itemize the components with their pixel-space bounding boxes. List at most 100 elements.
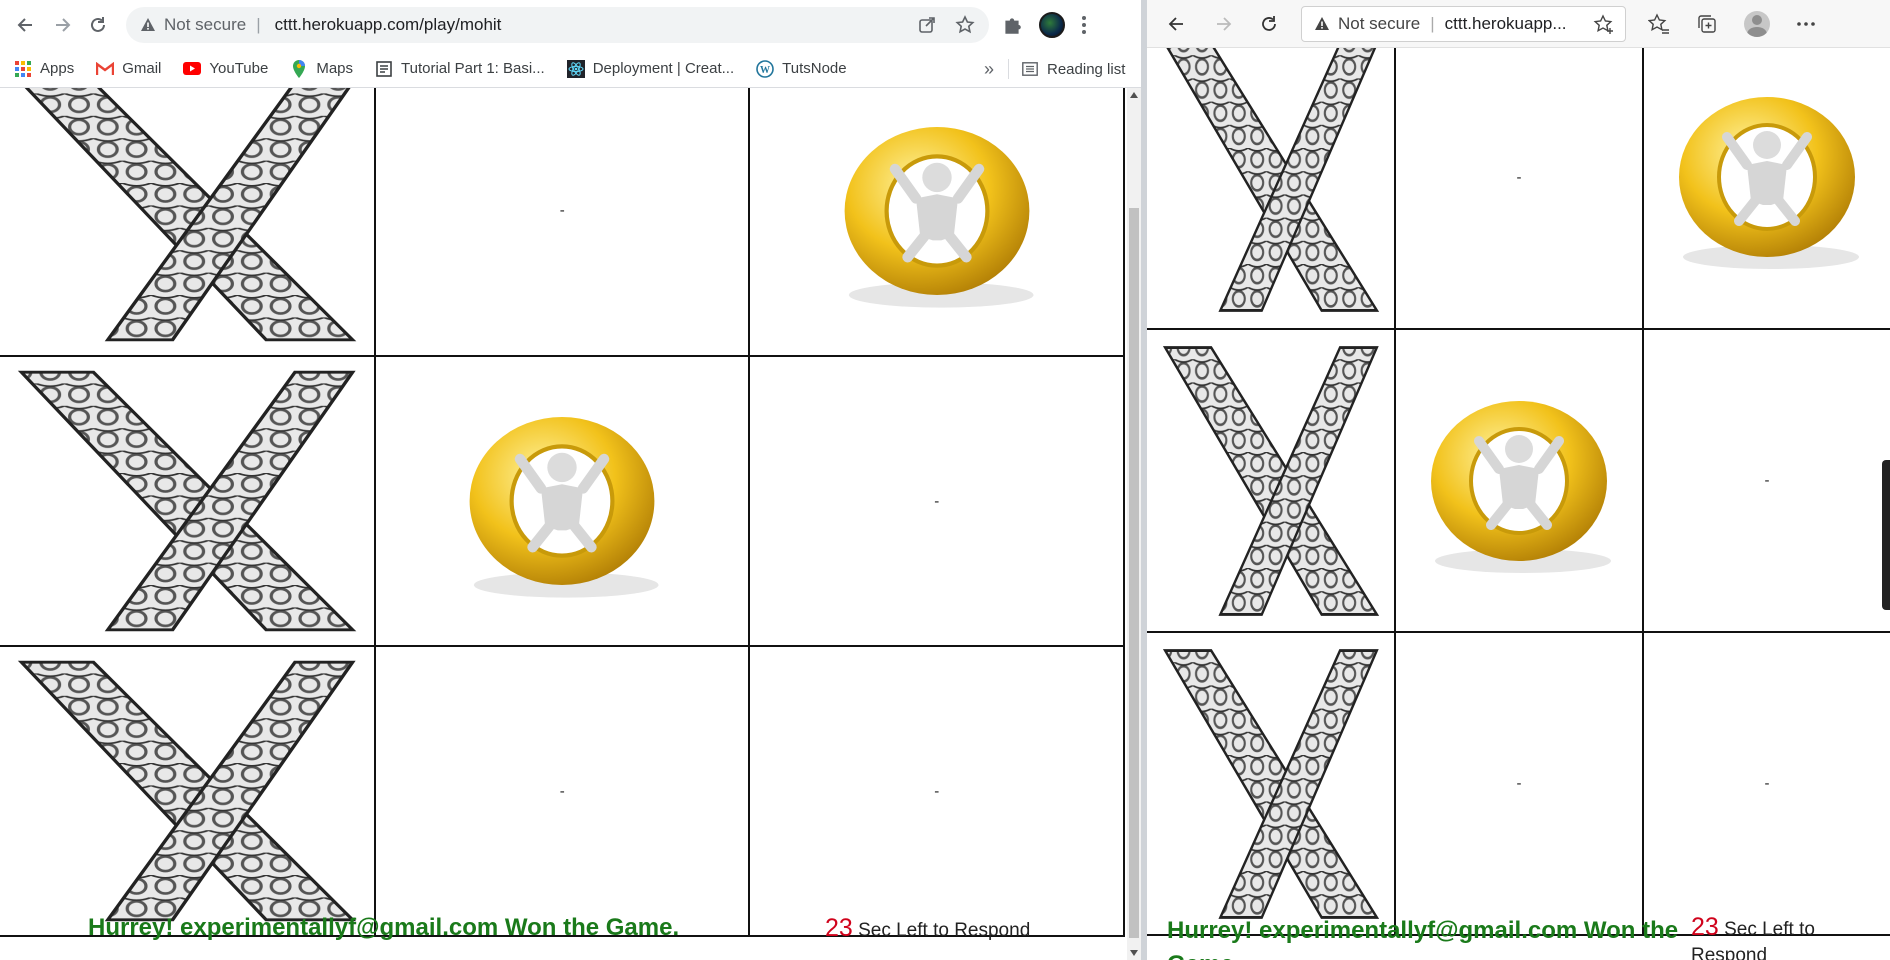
bookmark-label: Gmail bbox=[122, 60, 162, 77]
o-mark-icon bbox=[844, 126, 1034, 308]
bookmark-tutsnode[interactable]: W TutsNode bbox=[756, 59, 847, 78]
scroll-down-arrow-icon[interactable] bbox=[1130, 950, 1138, 956]
x-mark-icon bbox=[1165, 48, 1379, 312]
x-mark-icon bbox=[1162, 648, 1379, 919]
reload-icon bbox=[1262, 15, 1276, 31]
add-favorite-icon[interactable] bbox=[1593, 13, 1615, 36]
bookmark-gmail[interactable]: Gmail bbox=[96, 60, 161, 78]
board-cell-0-1[interactable]: - bbox=[373, 88, 751, 357]
scroll-up-arrow-icon[interactable] bbox=[1130, 92, 1138, 98]
bookmark-label: TutsNode bbox=[782, 60, 847, 77]
maps-icon bbox=[290, 59, 308, 78]
collections-icon[interactable] bbox=[1696, 13, 1718, 35]
board-cell-1-1[interactable] bbox=[373, 355, 751, 647]
more-bookmarks-button[interactable]: » bbox=[984, 50, 994, 88]
empty-cell-dash: - bbox=[559, 782, 565, 800]
omnibox-separator: | bbox=[1430, 13, 1435, 33]
react-icon bbox=[566, 59, 585, 78]
board-cell-0-2[interactable] bbox=[748, 88, 1125, 357]
back-arrow-icon bbox=[17, 18, 32, 32]
share-icon[interactable] bbox=[917, 15, 937, 35]
reload-icon bbox=[91, 17, 105, 32]
board-row: - bbox=[0, 88, 1125, 357]
empty-cell-dash: - bbox=[1516, 168, 1522, 186]
forward-button[interactable] bbox=[44, 7, 80, 43]
board-row: - bbox=[1147, 328, 1890, 633]
url-text: cttt.herokuapp... bbox=[1444, 13, 1567, 33]
sidebar-edge-handle[interactable] bbox=[1882, 460, 1890, 610]
warning-icon bbox=[141, 18, 155, 31]
board-cell-0-1[interactable]: - bbox=[1394, 48, 1644, 330]
board-cell-1-0[interactable] bbox=[1147, 328, 1396, 633]
url-text: cttt.herokuapp.com/play/mohit bbox=[274, 15, 502, 34]
more-options-icon[interactable] bbox=[1796, 21, 1816, 27]
reload-button[interactable] bbox=[1251, 6, 1287, 42]
svg-text:W: W bbox=[760, 65, 770, 76]
o-mark-icon bbox=[1431, 400, 1611, 573]
board-cell-1-0[interactable] bbox=[0, 355, 376, 647]
profile-avatar[interactable] bbox=[1039, 12, 1065, 38]
kebab-menu-icon[interactable] bbox=[1081, 15, 1087, 35]
timer-label: Sec Left to Respond bbox=[852, 920, 1031, 941]
tic-tac-toe-board: ---- bbox=[1147, 48, 1890, 936]
bookmark-star-icon[interactable] bbox=[955, 15, 975, 35]
bookmark-maps[interactable]: Maps bbox=[290, 59, 354, 78]
o-mark-icon bbox=[1679, 97, 1859, 269]
address-bar[interactable]: Not secure | cttt.herokuapp.com/play/moh… bbox=[126, 7, 989, 43]
board-row: -- bbox=[0, 645, 1125, 937]
x-mark-icon bbox=[25, 88, 357, 341]
board-cell-2-1[interactable]: - bbox=[373, 645, 751, 937]
reading-list-icon bbox=[1021, 60, 1039, 78]
board-cell-2-2[interactable]: - bbox=[748, 645, 1125, 937]
reading-list-button[interactable]: Reading list bbox=[1021, 50, 1125, 88]
countdown-timer: 23 Sec Left to Respond bbox=[1691, 914, 1890, 960]
bookmark-label: Apps bbox=[40, 60, 75, 77]
back-button[interactable] bbox=[1159, 6, 1195, 42]
favorites-icon[interactable] bbox=[1648, 12, 1670, 35]
x-mark-icon bbox=[1162, 345, 1379, 616]
bookmark-deployment[interactable]: Deployment | Creat... bbox=[566, 59, 735, 78]
board-row: - bbox=[0, 355, 1125, 647]
bookmarks-bar: Apps Gmail YouTube Maps Tutorial Part 1:… bbox=[0, 50, 1141, 88]
youtube-icon bbox=[183, 60, 202, 78]
board-cell-1-2[interactable]: - bbox=[748, 355, 1125, 647]
browser-toolbar: Not secure | cttt.herokuapp... bbox=[1147, 0, 1890, 48]
browser-toolbar: Not secure | cttt.herokuapp.com/play/moh… bbox=[0, 0, 1141, 50]
back-arrow-icon bbox=[1168, 16, 1183, 31]
security-label: Not secure bbox=[1338, 13, 1421, 33]
board-row: - bbox=[1147, 48, 1890, 330]
board-cell-0-0[interactable] bbox=[1147, 48, 1396, 330]
board-cell-2-0[interactable] bbox=[0, 645, 376, 937]
profile-avatar[interactable] bbox=[1744, 10, 1770, 37]
bookmark-tutorial[interactable]: Tutorial Part 1: Basi... bbox=[375, 60, 545, 78]
scrollbar-thumb[interactable] bbox=[1129, 208, 1139, 938]
reading-list-label: Reading list bbox=[1047, 60, 1126, 78]
empty-cell-dash: - bbox=[1764, 775, 1770, 792]
bookmarks-separator bbox=[1008, 59, 1009, 79]
board-cell-0-0[interactable] bbox=[0, 88, 376, 357]
vertical-scrollbar[interactable] bbox=[1127, 88, 1141, 960]
bookmark-apps[interactable]: Apps bbox=[14, 60, 74, 78]
bookmark-label: Maps bbox=[316, 60, 354, 77]
x-mark-icon bbox=[17, 660, 357, 922]
board-cell-2-0[interactable] bbox=[1147, 631, 1396, 936]
countdown-timer: 23 Sec Left to Respond bbox=[825, 914, 1030, 943]
extensions-puzzle-icon[interactable] bbox=[1001, 14, 1023, 36]
address-bar[interactable]: Not secure | cttt.herokuapp... bbox=[1301, 5, 1626, 42]
bookmark-label: Deployment | Creat... bbox=[592, 60, 735, 77]
reload-button[interactable] bbox=[80, 7, 116, 43]
board-cell-1-1[interactable] bbox=[1394, 328, 1644, 633]
board-cell-1-2[interactable]: - bbox=[1642, 328, 1890, 633]
board-cell-2-1[interactable]: - bbox=[1394, 631, 1644, 936]
board-cell-0-2[interactable] bbox=[1642, 48, 1890, 330]
page-content: ---- Hurrey! experimentallyf@gmail.com W… bbox=[0, 88, 1127, 960]
bookmark-youtube[interactable]: YouTube bbox=[183, 60, 268, 78]
board-cell-2-2[interactable]: - bbox=[1642, 631, 1890, 936]
forward-arrow-icon bbox=[56, 18, 71, 32]
tic-tac-toe-board: ---- bbox=[0, 88, 1125, 937]
empty-cell-dash: - bbox=[934, 492, 940, 510]
forward-button[interactable] bbox=[1205, 6, 1241, 42]
chrome-window: Not secure | cttt.herokuapp.com/play/moh… bbox=[0, 0, 1141, 960]
document-icon bbox=[375, 60, 393, 78]
back-button[interactable] bbox=[8, 7, 44, 43]
